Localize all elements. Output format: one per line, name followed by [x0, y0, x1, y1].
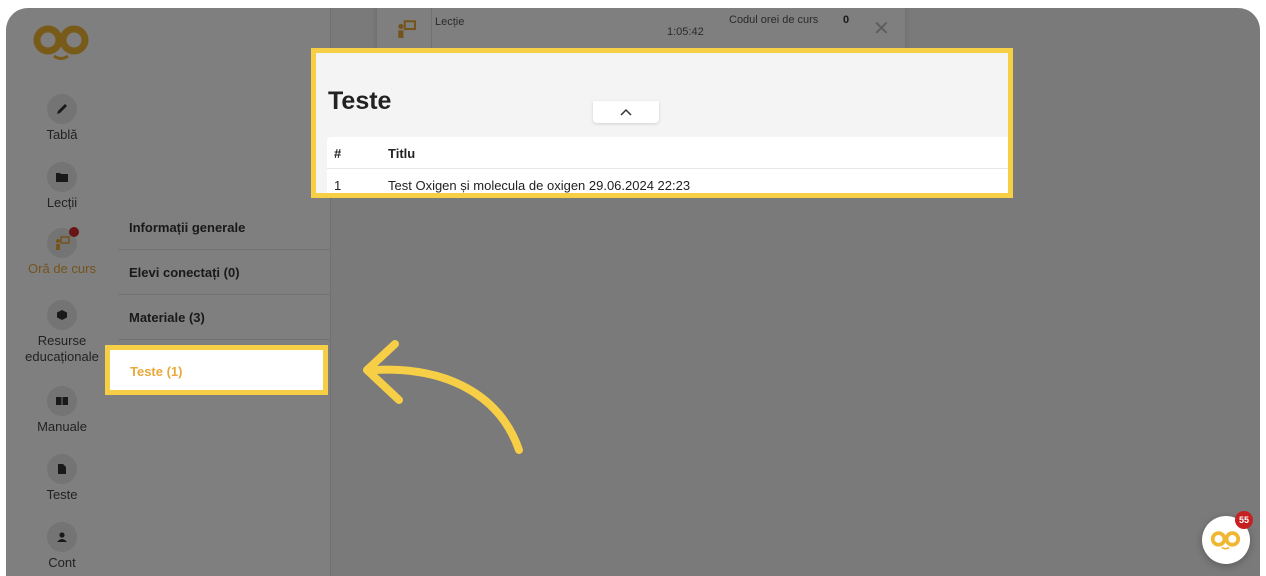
- assistant-logo-icon: [1210, 531, 1241, 550]
- test-number: 1: [334, 178, 342, 193]
- tests-table: # Titlu 1 Test Oxigen și molecula de oxi…: [327, 137, 1008, 193]
- table-header: # Titlu: [327, 137, 1008, 169]
- column-header-title: Titlu: [388, 146, 416, 161]
- test-title[interactable]: Test Oxigen și molecula de oxigen 29.06.…: [388, 178, 690, 193]
- section-teste[interactable]: Teste (1): [130, 364, 183, 379]
- table-row[interactable]: 1 Test Oxigen și molecula de oxigen 29.0…: [327, 169, 1008, 193]
- collapse-button[interactable]: [593, 101, 659, 123]
- highlight-tests-section: Teste # Titlu 1 Test Oxigen și molecula …: [311, 48, 1013, 198]
- pointer-arrow: [363, 340, 523, 454]
- chevron-up-icon: [620, 108, 632, 116]
- column-header-number: #: [334, 146, 342, 161]
- page-title: Teste: [328, 87, 392, 115]
- highlight-tests-tab: Teste (1): [105, 345, 328, 395]
- app-window: Tablă Lecții Oră de curs Resurse educați…: [6, 8, 1260, 576]
- help-notification-badge: 55: [1235, 511, 1253, 529]
